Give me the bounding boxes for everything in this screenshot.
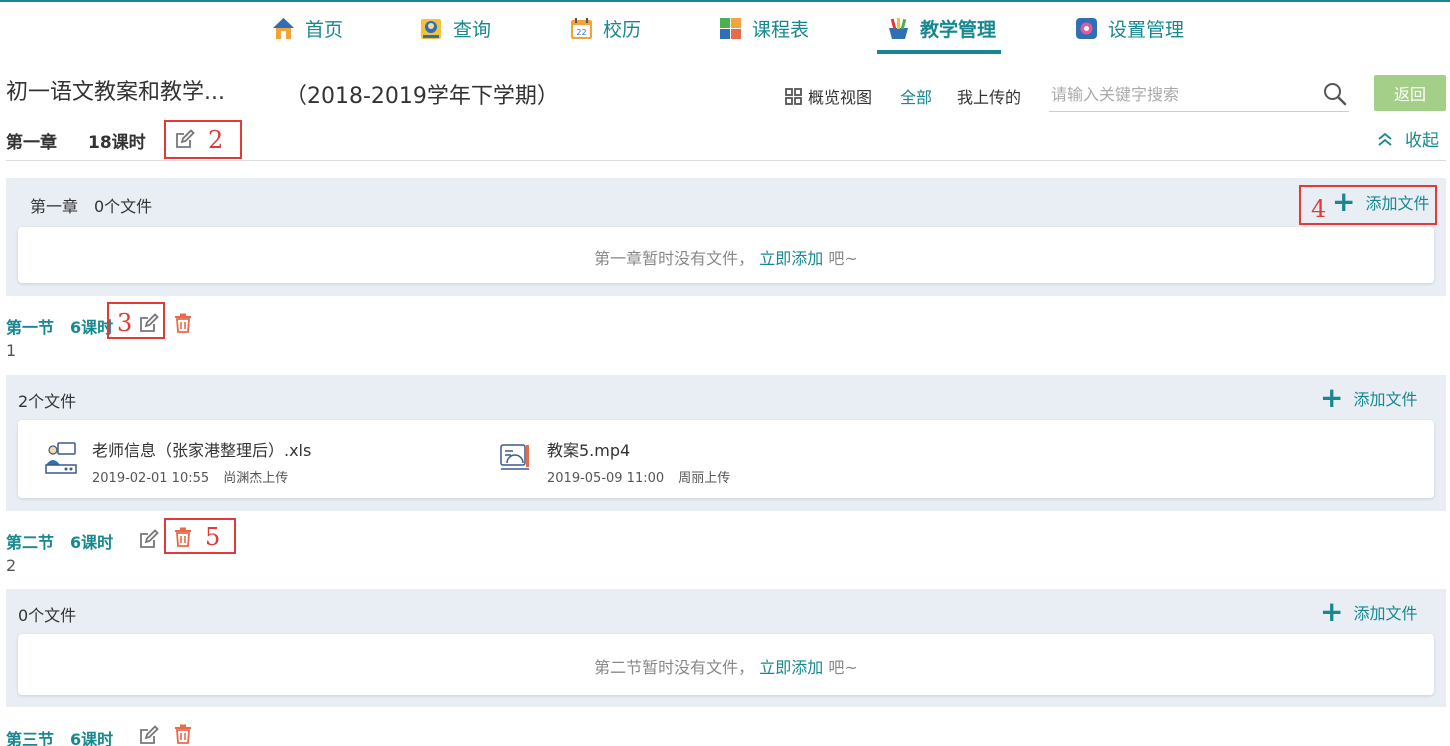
file-item[interactable]: 教案5.mp4 2019-05-09 11:00 周丽上传 <box>499 437 730 486</box>
section-files-panel: 2个文件 + 添加文件 老师信息（张家港整理后）.xls 2019-02-01 … <box>6 375 1446 511</box>
empty-text: 第一章暂时没有文件， <box>594 249 755 268</box>
chapter-divider <box>6 160 1446 161</box>
section-files-panel: 0个文件 + 添加文件 第二节暂时没有文件， 立即添加 吧~ <box>6 589 1446 707</box>
overview-label: 概览视图 <box>808 88 873 107</box>
annotation-label-5: 5 <box>205 523 221 551</box>
teacher-file-icon <box>44 441 78 475</box>
page-title: 初一语文教案和教学... <box>6 80 225 105</box>
section-title: 第二节 6课时 <box>6 533 114 552</box>
annotation-box-2 <box>164 120 242 159</box>
double-chevron-up-icon <box>1377 131 1393 147</box>
section-edit-icon[interactable] <box>139 725 159 745</box>
add-now-link[interactable]: 立即添加 <box>759 658 823 677</box>
file-uploader: 周丽上传 <box>678 471 731 486</box>
section-description: 1 <box>6 341 17 360</box>
chapter-files-panel: 第一章 0个文件 + 添加文件 第一章暂时没有文件， 立即添加 吧~ <box>6 178 1446 296</box>
search-input[interactable] <box>1049 78 1349 112</box>
empty-message: 第二节暂时没有文件， 立即添加 吧~ <box>18 654 1434 678</box>
add-now-link[interactable]: 立即添加 <box>759 249 823 268</box>
teaching-icon <box>886 16 911 41</box>
search-icon[interactable] <box>1322 81 1348 107</box>
collapse-label: 收起 <box>1405 131 1439 151</box>
search-person-icon <box>419 16 444 41</box>
section-files-card: 老师信息（张家港整理后）.xls 2019-02-01 10:55 尚渊杰上传 … <box>18 420 1434 498</box>
nav-label: 教学管理 <box>920 18 997 41</box>
chapter-hours: 18课时 <box>88 133 146 153</box>
file-meta: 2019-02-01 10:55 尚渊杰上传 <box>92 467 311 486</box>
filter-mine-tab[interactable]: 我上传的 <box>957 84 1021 108</box>
add-file-label: 添加文件 <box>1353 390 1418 409</box>
file-meta: 2019-05-09 11:00 周丽上传 <box>547 467 730 486</box>
section-file-count: 0个文件 <box>18 606 77 625</box>
section-delete-icon[interactable] <box>174 313 192 333</box>
annotation-label-3: 3 <box>117 309 133 337</box>
settings-icon <box>1074 16 1099 41</box>
section-add-file-button[interactable]: + 添加文件 <box>1320 384 1417 412</box>
plus-icon: + <box>1320 595 1344 628</box>
file-date: 2019-02-01 10:55 <box>92 471 210 486</box>
timetable-icon <box>718 16 743 41</box>
section-add-file-button[interactable]: + 添加文件 <box>1320 598 1417 626</box>
annotation-label-4: 4 <box>1311 195 1327 223</box>
empty-text: 第二节暂时没有文件， <box>594 658 755 677</box>
annotation-label-2: 2 <box>208 126 224 154</box>
chapter-file-count: 第一章 0个文件 <box>30 197 153 216</box>
section-title: 第三节 6课时 <box>6 730 114 746</box>
nav-label: 校历 <box>603 18 642 41</box>
empty-message: 第一章暂时没有文件， 立即添加 吧~ <box>18 245 1434 269</box>
section-title: 第一节 6课时 <box>6 318 114 337</box>
plus-icon: + <box>1320 381 1344 414</box>
file-uploader: 尚渊杰上传 <box>223 471 289 486</box>
section-delete-icon[interactable] <box>174 724 192 744</box>
section-description: 2 <box>6 556 17 575</box>
annotation-box-5 <box>164 518 236 554</box>
filter-all-tab[interactable]: 全部 <box>900 84 932 108</box>
back-button[interactable]: 返回 <box>1374 75 1446 111</box>
nav-item-home[interactable]: 首页 <box>271 2 343 54</box>
section-edit-icon[interactable] <box>139 529 159 549</box>
top-nav: 首页 查询 22 校历 课程表 教学管理 设置管理 <box>0 2 1450 54</box>
svg-text:22: 22 <box>576 28 586 37</box>
file-date: 2019-05-09 11:00 <box>547 471 665 486</box>
annotation-box-3 <box>107 302 165 339</box>
add-file-label: 添加文件 <box>1353 604 1418 623</box>
nav-label: 查询 <box>453 18 492 41</box>
chapter-name: 第一章 <box>6 133 57 153</box>
empty-suffix: 吧~ <box>828 249 858 268</box>
semester-label: （2018-2019学年下学期） <box>285 84 559 109</box>
file-name: 老师信息（张家港整理后）.xls <box>92 441 312 460</box>
nav-item-teaching[interactable]: 教学管理 <box>886 2 996 54</box>
file-name: 教案5.mp4 <box>547 441 631 460</box>
nav-item-settings[interactable]: 设置管理 <box>1074 2 1184 54</box>
lesson-video-icon <box>499 441 533 475</box>
grid-icon <box>785 87 802 105</box>
nav-active-indicator <box>877 50 1001 54</box>
section-file-count: 2个文件 <box>18 392 77 411</box>
collapse-button[interactable]: 收起 <box>1377 126 1439 151</box>
overview-view-button[interactable]: 概览视图 <box>785 84 872 108</box>
nav-item-timetable[interactable]: 课程表 <box>718 2 809 54</box>
section-files-card: 第二节暂时没有文件， 立即添加 吧~ <box>18 634 1434 695</box>
nav-label: 首页 <box>305 18 344 41</box>
calendar-icon: 22 <box>569 16 594 41</box>
nav-label: 设置管理 <box>1108 18 1185 41</box>
empty-suffix: 吧~ <box>828 658 858 677</box>
file-item[interactable]: 老师信息（张家港整理后）.xls 2019-02-01 10:55 尚渊杰上传 <box>44 437 311 486</box>
home-icon <box>271 16 296 41</box>
nav-item-calendar[interactable]: 22 校历 <box>569 2 641 54</box>
nav-item-query[interactable]: 查询 <box>419 2 491 54</box>
chapter-files-card: 第一章暂时没有文件， 立即添加 吧~ <box>18 227 1434 283</box>
nav-label: 课程表 <box>752 18 810 41</box>
